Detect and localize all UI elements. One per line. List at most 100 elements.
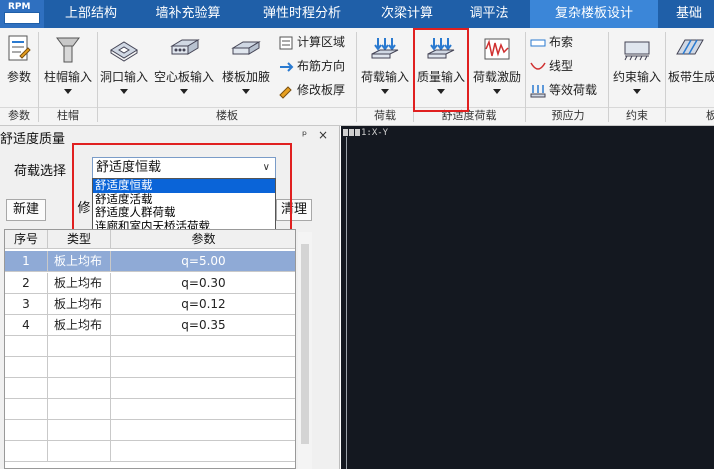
group-label-slab: 楼板: [216, 109, 238, 122]
column-cap-icon: [56, 37, 80, 63]
params-icon: [8, 35, 31, 61]
load-excitation-icon: [484, 38, 510, 60]
modify-thickness-button[interactable]: 修改板厚: [278, 80, 345, 100]
group-label-constraint: 约束: [626, 109, 648, 122]
slab-haunch-label: 楼板加腋: [221, 70, 270, 84]
load-input-label: 荷载输入: [360, 70, 409, 84]
calc-area-label: 计算区域: [297, 35, 346, 49]
hole-input-button[interactable]: 洞口输入: [98, 32, 150, 112]
tab-wall-check[interactable]: 墙补充验算: [140, 0, 236, 28]
load-excitation-label: 荷载激励: [472, 70, 521, 84]
canvas-axis-line: [346, 137, 347, 469]
tab-time-history[interactable]: 弹性时程分析: [246, 0, 358, 28]
ribbon: 参数 柱帽输入 洞口输入 空心板输入 楼板加腋 计算区域 布筋方向 修改板厚 荷…: [0, 28, 714, 126]
table-scrollbar[interactable]: [298, 232, 312, 469]
table-cell-type: 板上均布: [48, 315, 111, 336]
new-button[interactable]: 新建: [6, 199, 46, 221]
group-label-load: 荷载: [374, 109, 396, 122]
tab-upper-structure[interactable]: 上部结构: [52, 0, 130, 28]
equivalent-load-label: 等效荷载: [549, 83, 598, 97]
table-row[interactable]: 3 板上均布 q=0.12: [5, 294, 295, 315]
app-logo: RPM: [0, 0, 44, 28]
modify-thickness-icon: [279, 85, 292, 99]
load-input-icon: [371, 38, 399, 59]
close-icon[interactable]: ×: [318, 128, 328, 142]
hole-icon: [110, 41, 138, 62]
table-cell-no: 1: [5, 251, 48, 272]
dropdown-arrow-icon[interactable]: [64, 89, 72, 94]
scrollbar-thumb[interactable]: [301, 244, 309, 444]
highlight-box-mass-input: [413, 28, 469, 112]
hollow-slab-button[interactable]: 空心板输入: [151, 32, 217, 112]
table-cell-no: 4: [5, 315, 48, 336]
tab-foundation[interactable]: 基础: [664, 0, 714, 28]
rebar-direction-button[interactable]: 布筋方向: [278, 56, 345, 76]
group-label-prestress: 预应力: [551, 109, 585, 122]
view-tab[interactable]: 1:X-Y: [343, 128, 388, 140]
view-tab-icon: [343, 129, 348, 136]
separator: [525, 32, 526, 122]
slab-haunch-button[interactable]: 楼板加腋: [218, 32, 274, 112]
load-select-label: 荷载选择: [14, 164, 67, 179]
table-cell-type: 板上均布: [48, 294, 111, 315]
table-cell-param: q=0.30: [111, 273, 295, 294]
dropdown-arrow-icon[interactable]: [381, 89, 389, 94]
view-label: 1:X-Y: [361, 128, 389, 138]
table-cell-no: 3: [5, 294, 48, 315]
cable-button[interactable]: 布索: [530, 32, 573, 52]
equivalent-load-icon: [530, 84, 546, 97]
slab-haunch-icon: [231, 41, 261, 55]
tab-secondary-beam[interactable]: 次梁计算: [366, 0, 448, 28]
table-row-empty: [5, 336, 295, 357]
table-header-type: 类型: [48, 230, 111, 249]
table-row-empty: [5, 357, 295, 378]
table-cell-param: q=0.35: [111, 315, 295, 336]
line-shape-label: 线型: [549, 59, 574, 73]
cable-icon: [530, 39, 546, 46]
load-input-button[interactable]: 荷载输入: [358, 32, 412, 112]
table-row[interactable]: 4 板上均布 q=0.35: [5, 315, 295, 336]
dropdown-arrow-icon[interactable]: [180, 89, 188, 94]
params-label: 参数: [6, 70, 31, 84]
table-row[interactable]: 2 板上均布 q=0.30: [5, 273, 295, 294]
table-row-empty: [5, 378, 295, 399]
table-cell-param: q=5.00: [111, 251, 295, 272]
top-tab-bar: RPM 上部结构 墙补充验算 弹性时程分析 次梁计算 调平法 复杂楼板设计 基础: [0, 0, 714, 28]
table-cell-param: q=0.12: [111, 294, 295, 315]
separator: [38, 32, 39, 122]
line-shape-icon: [530, 62, 546, 70]
app-window: RPM 上部结构 墙补充验算 弹性时程分析 次梁计算 调平法 复杂楼板设计 基础…: [0, 0, 714, 469]
pin-icon[interactable]: ᵖ: [302, 128, 307, 142]
group-label-extra: 板: [706, 109, 714, 122]
group-label-params: 参数: [8, 109, 30, 122]
drawing-canvas[interactable]: 1:X-Y: [341, 126, 714, 469]
strip-generate-button[interactable]: 板带生成: [666, 32, 714, 112]
calc-area-button[interactable]: 计算区域: [278, 32, 345, 52]
dropdown-arrow-icon[interactable]: [493, 89, 501, 94]
hole-input-label: 洞口输入: [99, 70, 148, 84]
table-row-empty: [5, 399, 295, 420]
table-row-empty: [5, 420, 295, 441]
tab-leveling[interactable]: 调平法: [456, 0, 522, 28]
table-header-param: 参数: [111, 230, 295, 249]
column-cap-button[interactable]: 柱帽输入: [40, 32, 96, 112]
panel-title: 舒适度质量: [0, 132, 66, 147]
rebar-direction-label: 布筋方向: [297, 59, 346, 73]
constraint-input-button[interactable]: 约束输入: [610, 32, 664, 112]
equivalent-load-button[interactable]: 等效荷载: [530, 80, 597, 100]
dropdown-arrow-icon[interactable]: [242, 89, 250, 94]
tab-complex-slab[interactable]: 复杂楼板设计: [530, 0, 658, 28]
logo-text: RPM: [8, 2, 31, 12]
logo-box-icon: [4, 12, 40, 24]
dropdown-arrow-icon[interactable]: [633, 89, 641, 94]
load-table: 序号 类型 参数 1 板上均布 q=5.00 2 板上均布 q=0.30 3 板…: [4, 229, 296, 469]
params-button[interactable]: 参数: [2, 32, 36, 112]
dropdown-arrow-icon[interactable]: [120, 89, 128, 94]
hollow-slab-label: 空心板输入: [153, 70, 214, 84]
line-shape-button[interactable]: 线型: [530, 56, 573, 76]
table-row[interactable]: 1 板上均布 q=5.00: [5, 251, 295, 272]
load-excitation-button[interactable]: 荷载激励: [470, 32, 524, 112]
constraint-icon: [624, 41, 650, 61]
cable-label: 布索: [549, 35, 574, 49]
table-row-empty: [5, 441, 295, 462]
